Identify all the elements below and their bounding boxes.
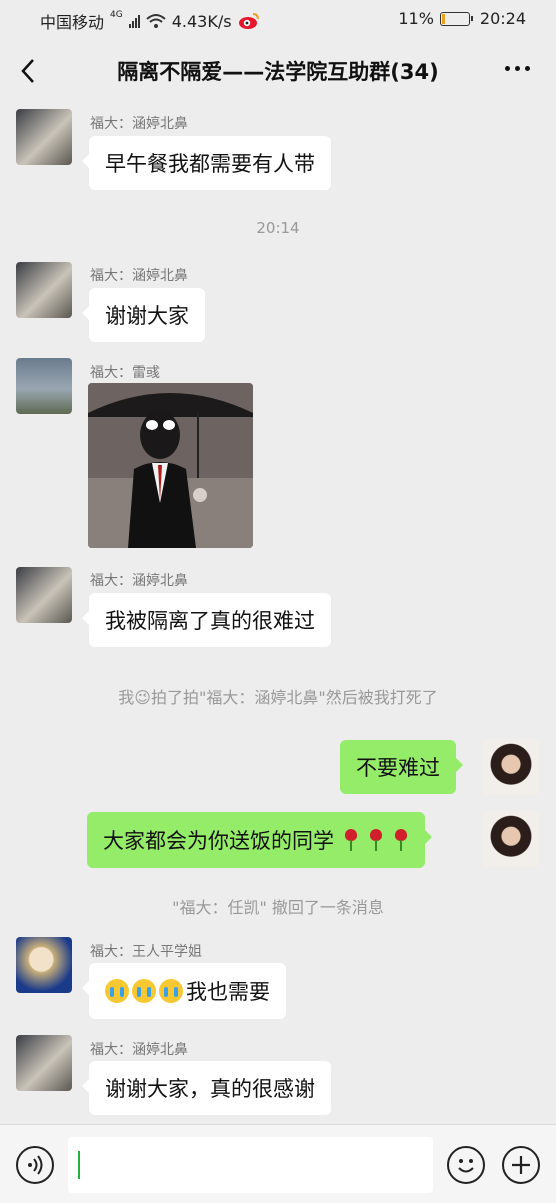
sender-name: 福大：涵婷北鼻 xyxy=(90,268,188,284)
carrier-label: 中国移动 xyxy=(40,13,105,32)
clock: 20:24 xyxy=(479,9,526,28)
timestamp: 20:14 xyxy=(256,219,300,237)
message-bubble[interactable]: 谢谢大家 xyxy=(82,288,205,342)
network-label: 4G xyxy=(110,10,123,20)
image-message[interactable] xyxy=(88,383,253,548)
message-input[interactable] xyxy=(68,1137,433,1193)
wifi-icon xyxy=(146,14,166,28)
signal-icon xyxy=(128,14,140,28)
crying-emoji-icon xyxy=(132,979,156,1003)
sender-name: 福大：涵婷北鼻 xyxy=(90,573,188,589)
outgoing-message-bubble[interactable]: 不要难过 xyxy=(340,740,463,794)
rose-emoji-icon xyxy=(393,829,409,851)
battery-fill xyxy=(441,13,445,24)
status-bar: 中国移动 4G 4.43K/s 11% 20:24 xyxy=(0,0,556,40)
voice-input-icon[interactable] xyxy=(16,1146,54,1184)
rose-emoji-icon xyxy=(343,829,359,851)
message-bubble[interactable]: 早午餐我都需要有人带 xyxy=(82,136,331,190)
weibo-icon xyxy=(238,13,259,29)
more-options-icon[interactable] xyxy=(505,66,530,71)
avatar-leiyu[interactable] xyxy=(16,358,72,414)
crying-emoji-icon xyxy=(159,979,183,1003)
battery-percent: 11% xyxy=(398,9,434,28)
crying-emoji-icon xyxy=(105,979,129,1003)
message-bubble[interactable]: 我被隔离了真的很难过 xyxy=(82,593,331,647)
sender-name: 福大：涵婷北鼻 xyxy=(90,1042,188,1058)
add-more-icon[interactable] xyxy=(502,1146,540,1184)
outgoing-message-bubble[interactable]: 大家都会为你送饭的同学 xyxy=(87,812,432,868)
avatar-wangrenping[interactable] xyxy=(16,937,72,993)
battery-icon xyxy=(439,11,473,26)
avatar-hanting[interactable] xyxy=(16,262,72,318)
chat-header: 隔离不隔爱——法学院互助群(34) xyxy=(0,40,556,102)
network-speed: 4.43K/s xyxy=(171,11,232,31)
emoji-icon[interactable] xyxy=(447,1146,485,1184)
message-bubble[interactable]: 我也需要 xyxy=(82,963,286,1019)
avatar-hanting[interactable] xyxy=(16,109,72,165)
avatar-hanting[interactable] xyxy=(16,567,72,623)
umbrella-man-sticker xyxy=(88,383,253,548)
message-bubble[interactable]: 谢谢大家，真的很感谢 xyxy=(82,1061,331,1115)
chat-title: 隔离不隔爱——法学院互助群(34) xyxy=(117,60,439,84)
input-bar xyxy=(0,1124,556,1203)
sender-name: 福大：涵婷北鼻 xyxy=(90,116,188,132)
system-message-pat: 我😉拍了拍"福大：涵婷北鼻"然后被我打死了 xyxy=(118,688,438,707)
sender-name: 福大：雷彧 xyxy=(90,365,160,381)
avatar-hanting[interactable] xyxy=(16,1035,72,1091)
message-text: 我也需要 xyxy=(186,980,270,1004)
system-message-recall: "福大：任凯" 撤回了一条消息 xyxy=(172,898,384,917)
text-cursor xyxy=(78,1151,80,1179)
avatar-self[interactable] xyxy=(483,739,539,795)
sender-name: 福大：王人平学姐 xyxy=(90,944,202,960)
message-text: 大家都会为你送饭的同学 xyxy=(103,829,334,853)
rose-emoji-icon xyxy=(368,829,384,851)
avatar-self[interactable] xyxy=(483,811,539,867)
